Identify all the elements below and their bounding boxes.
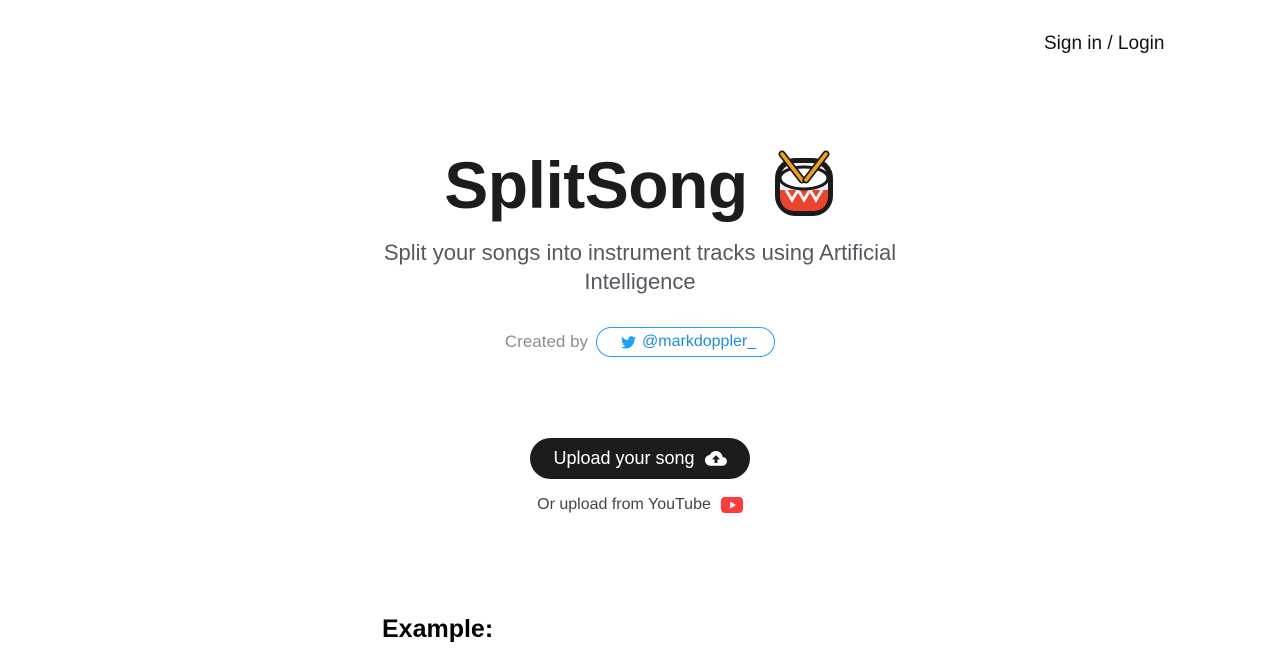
drum-icon <box>774 150 833 216</box>
upload-song-label: Upload your song <box>553 448 695 468</box>
youtube-upload-label: Or upload from YouTube <box>537 496 711 513</box>
credit-row: Created by @markdoppler_ <box>0 327 1280 357</box>
twitter-handle-link[interactable]: @markdoppler_ <box>596 327 776 357</box>
created-by-label: Created by <box>504 332 589 351</box>
page-title: SplitSong <box>444 148 748 222</box>
twitter-handle: @markdoppler_ <box>642 333 757 350</box>
twitter-bird-icon <box>621 335 637 348</box>
cloud-upload-icon <box>704 450 727 466</box>
example-heading: Example: <box>382 615 494 643</box>
upload-song-button[interactable]: Upload your song <box>530 438 750 479</box>
signin-link[interactable]: Sign in / Login <box>1044 33 1164 55</box>
hero-title-row: SplitSong <box>0 146 1280 224</box>
youtube-upload-link[interactable]: Or upload from YouTube <box>0 496 1280 514</box>
youtube-icon <box>720 497 743 513</box>
subtitle: Split your songs into instrument tracks … <box>383 240 897 294</box>
page: Sign in / Login SplitSong Split your son… <box>0 0 1280 662</box>
